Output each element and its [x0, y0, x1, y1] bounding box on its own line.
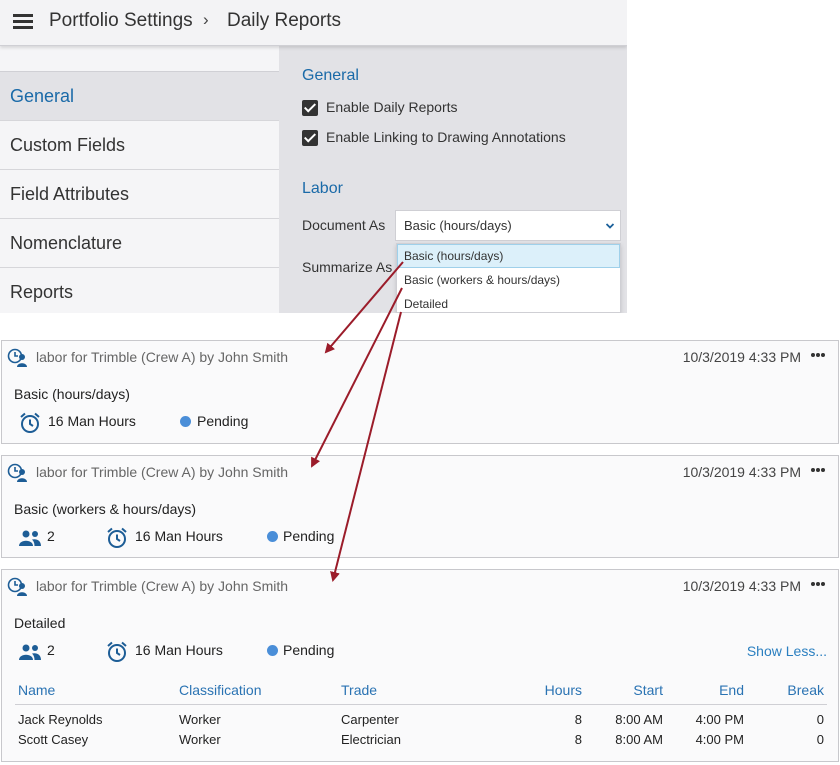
- status-dot: [267, 645, 278, 656]
- card-title[interactable]: labor for Trimble (Crew A) by John Smith: [36, 578, 288, 594]
- card-date: 10/3/2019 4:33 PM: [682, 578, 801, 594]
- chevron-down-icon: [606, 223, 614, 229]
- column-header-name[interactable]: Name: [18, 682, 55, 698]
- cell-classification: Worker: [179, 712, 221, 727]
- card-date: 10/3/2019 4:33 PM: [682, 349, 801, 365]
- document-as-select[interactable]: Basic (hours/days): [395, 210, 621, 241]
- enable-linking-label: Enable Linking to Drawing Annotations: [326, 129, 566, 145]
- column-header-start[interactable]: Start: [582, 682, 663, 698]
- cell-trade: Electrician: [341, 732, 401, 747]
- status-text: Pending: [283, 528, 335, 544]
- breadcrumb-daily-reports: Daily Reports: [227, 10, 342, 31]
- cell-end: 4:00 PM: [695, 732, 744, 747]
- man-hours: 16 Man Hours: [135, 642, 223, 658]
- more-icon[interactable]: [811, 582, 826, 587]
- cell-start: 8:00 AM: [615, 732, 663, 747]
- dropdown-option-detailed[interactable]: Detailed: [397, 292, 620, 313]
- sidebar-item-custom-fields[interactable]: Custom Fields: [0, 121, 279, 170]
- sidebar-item-reports[interactable]: Reports: [0, 268, 279, 313]
- worker-count: 2: [47, 642, 55, 658]
- man-hours: 16 Man Hours: [135, 528, 223, 544]
- document-type: Detailed: [14, 615, 66, 631]
- summarize-as-label: Summarize As: [302, 259, 393, 275]
- cell-start: 8:00 AM: [615, 712, 663, 727]
- settings-panel: Portfolio Settings › Daily Reports Gener…: [0, 0, 627, 313]
- card-title[interactable]: labor for Trimble (Crew A) by John Smith: [36, 464, 288, 480]
- cell-classification: Worker: [179, 732, 221, 747]
- table-divider: [15, 704, 827, 705]
- cell-hours: 8: [574, 712, 582, 727]
- column-header-trade[interactable]: Trade: [341, 682, 377, 698]
- show-less-link[interactable]: Show Less...: [747, 643, 827, 659]
- status-text: Pending: [197, 413, 249, 429]
- document-as-label: Document As: [302, 217, 386, 233]
- menu-icon[interactable]: [13, 13, 33, 29]
- cell-break: 0: [816, 712, 824, 727]
- enable-daily-reports-checkbox[interactable]: [302, 100, 318, 116]
- labor-card-basic-hours: labor for Trimble (Crew A) by John Smith…: [1, 340, 839, 444]
- card-header: labor for Trimble (Crew A) by John Smith…: [2, 341, 838, 374]
- alarm-clock-icon: [107, 641, 127, 662]
- document-type: Basic (hours/days): [14, 386, 130, 402]
- status-dot: [267, 531, 278, 542]
- man-hours: 16 Man Hours: [48, 413, 136, 429]
- labor-card-basic-workers: labor for Trimble (Crew A) by John Smith…: [1, 455, 839, 558]
- card-header: labor for Trimble (Crew A) by John Smith…: [2, 456, 838, 489]
- crew-clock-icon: [7, 463, 27, 482]
- document-as-value: Basic (hours/days): [404, 218, 512, 233]
- sidebar-item-nomenclature[interactable]: Nomenclature: [0, 219, 279, 268]
- cell-end: 4:00 PM: [695, 712, 744, 727]
- breadcrumb-separator-icon: ›: [203, 10, 209, 29]
- dropdown-option-basic-workers[interactable]: Basic (workers & hours/days): [397, 268, 620, 292]
- card-title[interactable]: labor for Trimble (Crew A) by John Smith: [36, 349, 288, 365]
- column-header-classification[interactable]: Classification: [179, 682, 261, 698]
- top-bar: Portfolio Settings › Daily Reports: [0, 0, 627, 46]
- more-icon[interactable]: [811, 468, 826, 473]
- people-icon: [19, 644, 41, 660]
- cell-trade: Carpenter: [341, 712, 399, 727]
- labor-section-title: Labor: [302, 180, 343, 197]
- alarm-clock-icon: [20, 412, 40, 433]
- cell-name: Jack Reynolds: [18, 712, 103, 727]
- cell-name: Scott Casey: [18, 732, 89, 747]
- sidebar-item-general[interactable]: General: [0, 72, 279, 121]
- column-header-end[interactable]: End: [663, 682, 744, 698]
- status-text: Pending: [283, 642, 335, 658]
- enable-daily-reports-label: Enable Daily Reports: [326, 99, 458, 115]
- people-icon: [19, 530, 41, 546]
- sidebar: General Custom Fields Field Attributes N…: [0, 46, 279, 313]
- worker-count: 2: [47, 528, 55, 544]
- crew-clock-icon: [7, 348, 27, 367]
- general-section-title: General: [302, 67, 359, 84]
- cell-hours: 8: [574, 732, 582, 747]
- alarm-clock-icon: [107, 527, 127, 548]
- card-header: labor for Trimble (Crew A) by John Smith…: [2, 570, 838, 603]
- column-header-hours[interactable]: Hours: [502, 682, 582, 698]
- document-as-dropdown: Basic (hours/days) Basic (workers & hour…: [396, 243, 621, 313]
- dropdown-option-basic-hours[interactable]: Basic (hours/days): [397, 244, 620, 268]
- card-date: 10/3/2019 4:33 PM: [682, 464, 801, 480]
- column-header-break[interactable]: Break: [744, 682, 824, 698]
- sidebar-spacer: [0, 46, 279, 72]
- document-type: Basic (workers & hours/days): [14, 501, 197, 517]
- crew-clock-icon: [7, 577, 27, 596]
- status-dot: [180, 416, 191, 427]
- enable-linking-checkbox[interactable]: [302, 130, 318, 146]
- sidebar-item-field-attributes[interactable]: Field Attributes: [0, 170, 279, 219]
- labor-card-detailed: labor for Trimble (Crew A) by John Smith…: [1, 569, 839, 762]
- breadcrumb-portfolio-settings[interactable]: Portfolio Settings: [49, 10, 193, 32]
- cell-break: 0: [816, 732, 824, 747]
- more-icon[interactable]: [811, 353, 826, 358]
